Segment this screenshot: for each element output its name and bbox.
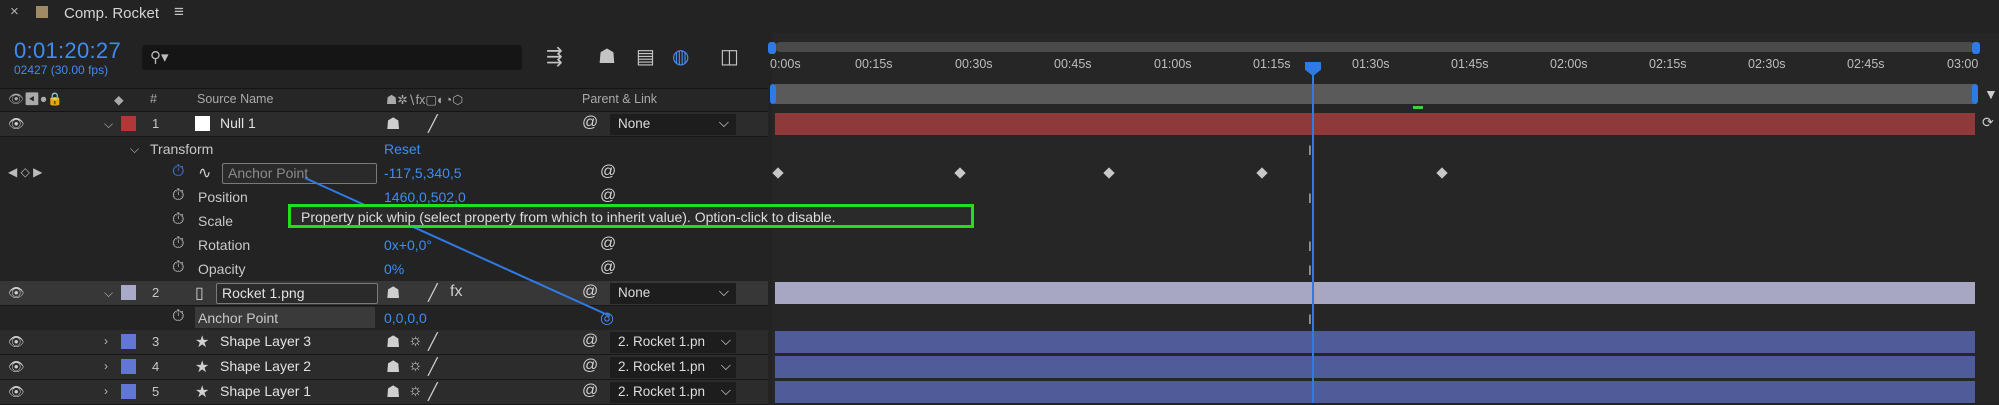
pick-whip-tooltip: Property pick whip (select property from… bbox=[288, 204, 974, 228]
pick-whip-segment bbox=[304, 177, 611, 317]
pick-whip-line bbox=[304, 177, 611, 317]
